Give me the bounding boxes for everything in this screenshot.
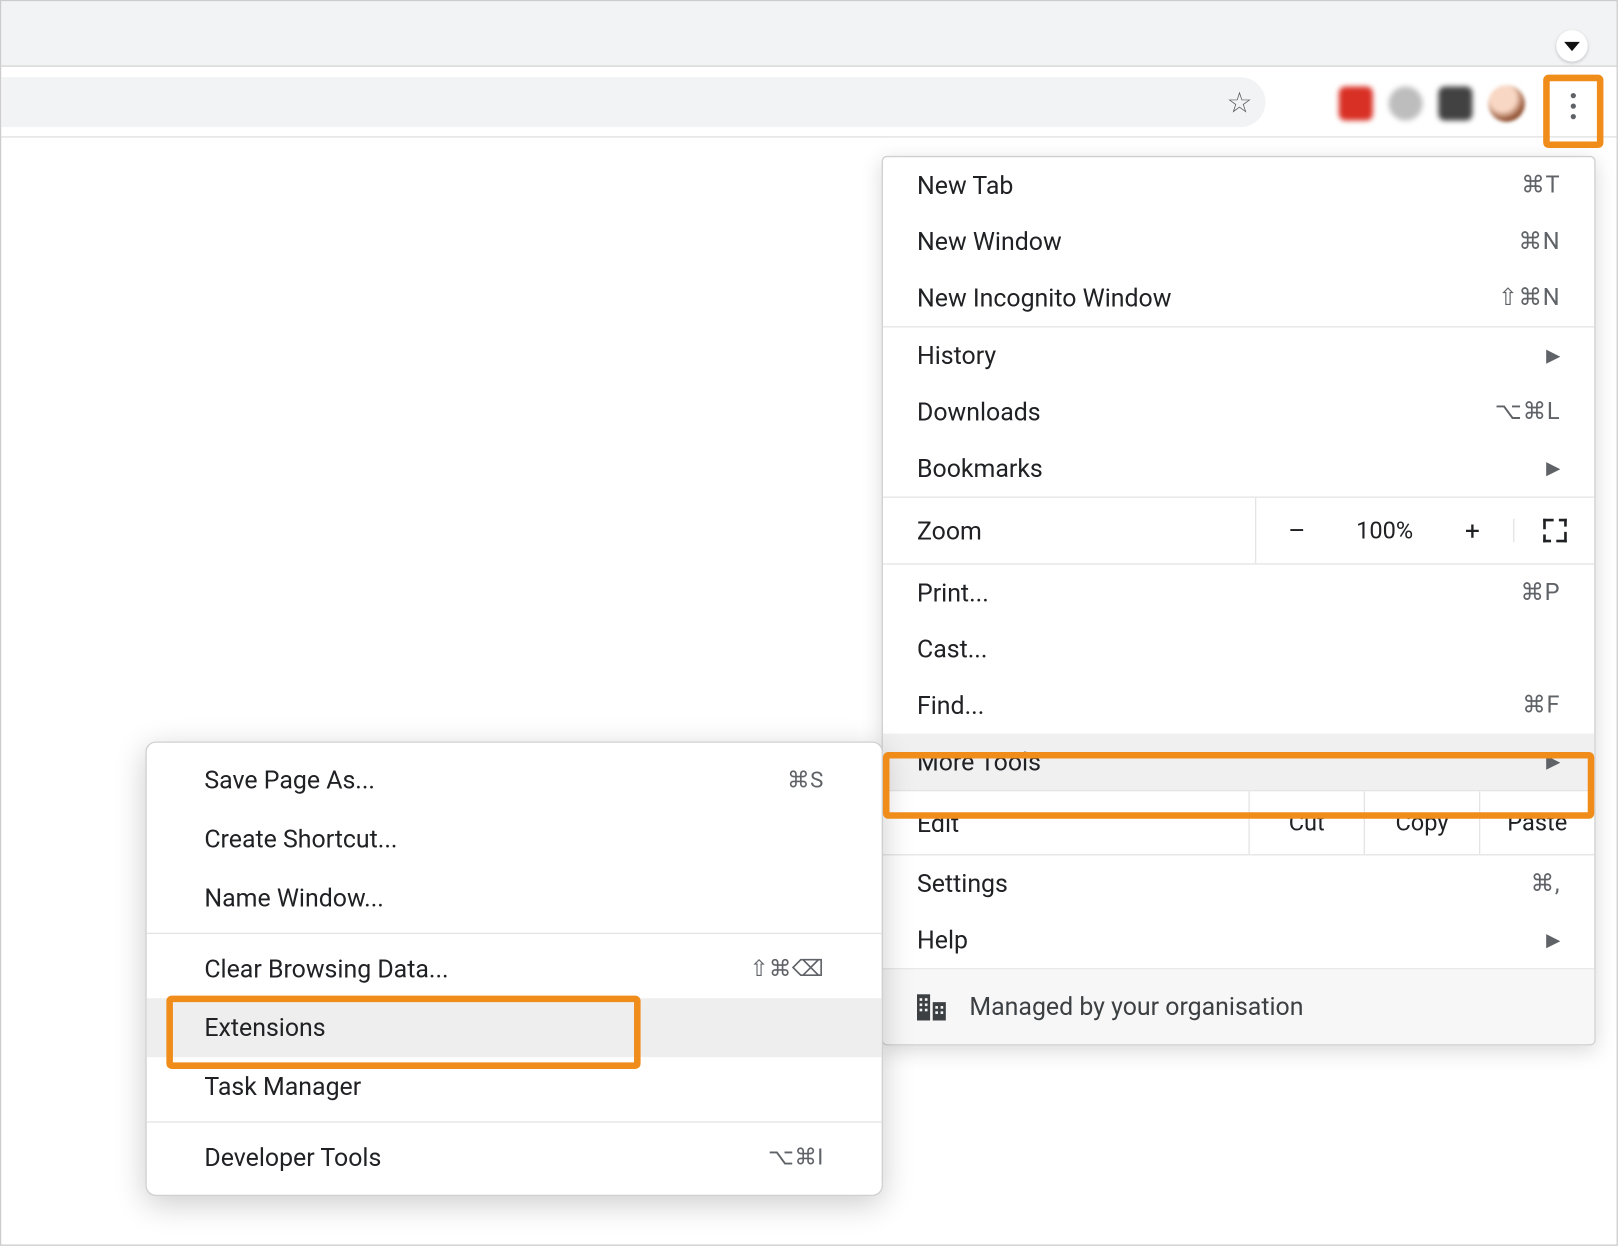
managed-by-org-row[interactable]: Managed by your organisation: [883, 968, 1594, 1044]
menu-item-print[interactable]: Print... ⌘P: [883, 565, 1594, 621]
menu-item-new-window[interactable]: New Window ⌘N: [883, 214, 1594, 270]
menu-label: Bookmarks: [917, 453, 1043, 483]
more-tools-submenu: Save Page As... ⌘S Create Shortcut... Na…: [145, 741, 883, 1196]
menu-item-find[interactable]: Find... ⌘F: [883, 677, 1594, 733]
zoom-label: Zoom: [883, 498, 1255, 564]
menu-shortcut: ⇧⌘N: [1498, 284, 1560, 312]
menu-shortcut: ⌥⌘I: [768, 1144, 824, 1170]
menu-label: Create Shortcut...: [204, 824, 397, 854]
submenu-item-create-shortcut[interactable]: Create Shortcut...: [147, 810, 882, 869]
menu-item-settings[interactable]: Settings ⌘,: [883, 855, 1594, 911]
menu-label: Task Manager: [204, 1072, 361, 1102]
caret-down-icon: [1564, 41, 1580, 50]
extension-icons-area: [1339, 85, 1525, 122]
menu-edit-row: Edit Cut Copy Paste: [883, 790, 1594, 856]
menu-shortcut: ⌘N: [1518, 228, 1560, 256]
managed-label: Managed by your organisation: [969, 992, 1303, 1022]
menu-label: Clear Browsing Data...: [204, 954, 448, 984]
more-options-button[interactable]: [1551, 80, 1596, 132]
menu-label: Print...: [917, 578, 989, 608]
menu-item-new-incognito-window[interactable]: New Incognito Window ⇧⌘N: [883, 270, 1594, 326]
menu-shortcut: ⌘T: [1521, 172, 1560, 200]
zoom-out-button[interactable]: –: [1256, 498, 1337, 564]
fullscreen-icon: [1543, 519, 1567, 543]
edit-label: Edit: [883, 791, 1248, 854]
submenu-item-save-page-as[interactable]: Save Page As... ⌘S: [147, 751, 882, 810]
menu-label: Save Page As...: [204, 765, 375, 795]
submenu-item-extensions[interactable]: Extensions: [147, 998, 882, 1057]
menu-item-new-tab[interactable]: New Tab ⌘T: [883, 157, 1594, 213]
zoom-in-button[interactable]: +: [1432, 498, 1513, 564]
menu-label: History: [917, 341, 996, 371]
profile-avatar[interactable]: [1488, 85, 1525, 122]
extension-icon[interactable]: [1438, 86, 1472, 120]
menu-label: New Incognito Window: [917, 283, 1171, 313]
menu-shortcut: ⌘,: [1531, 870, 1561, 898]
menu-label: Find...: [917, 690, 984, 720]
submenu-item-task-manager[interactable]: Task Manager: [147, 1057, 882, 1116]
menu-item-cast[interactable]: Cast...: [883, 621, 1594, 677]
menu-item-more-tools[interactable]: More Tools ▶: [883, 734, 1594, 790]
menu-label: Help: [917, 925, 968, 955]
submenu-item-clear-browsing-data[interactable]: Clear Browsing Data... ⇧⌘⌫: [147, 939, 882, 998]
submenu-item-name-window[interactable]: Name Window...: [147, 869, 882, 928]
chevron-right-icon: ▶: [1546, 751, 1560, 772]
chevron-right-icon: ▶: [1546, 345, 1560, 366]
edit-copy-button[interactable]: Copy: [1364, 791, 1479, 854]
chrome-main-menu: New Tab ⌘T New Window ⌘N New Incognito W…: [882, 156, 1596, 1045]
menu-label: Developer Tools: [204, 1142, 381, 1172]
browser-toolbar: ☆: [1, 67, 1616, 138]
menu-label: New Tab: [917, 170, 1013, 200]
menu-shortcut: ⌘P: [1520, 579, 1560, 607]
menu-shortcut: ⌘F: [1522, 692, 1560, 720]
menu-item-history[interactable]: History ▶: [883, 328, 1594, 384]
tab-bar: [1, 1, 1616, 67]
extension-icon[interactable]: [1339, 86, 1373, 120]
edit-paste-button[interactable]: Paste: [1479, 791, 1594, 854]
menu-label: Downloads: [917, 397, 1041, 427]
chevron-right-icon: ▶: [1546, 929, 1560, 950]
chevron-right-icon: ▶: [1546, 458, 1560, 479]
menu-item-bookmarks[interactable]: Bookmarks ▶: [883, 440, 1594, 496]
menu-item-downloads[interactable]: Downloads ⌥⌘L: [883, 384, 1594, 440]
menu-label: Extensions: [204, 1013, 325, 1043]
organisation-icon: [917, 994, 946, 1020]
menu-label: New Window: [917, 227, 1062, 257]
extension-icon[interactable]: [1389, 86, 1423, 120]
submenu-item-developer-tools[interactable]: Developer Tools ⌥⌘I: [147, 1128, 882, 1187]
menu-label: Name Window...: [204, 883, 384, 913]
menu-label: More Tools: [917, 747, 1041, 777]
menu-label: Cast...: [917, 634, 987, 664]
menu-shortcut: ⇧⌘⌫: [750, 956, 824, 982]
fullscreen-button[interactable]: [1513, 519, 1594, 543]
menu-shortcut: ⌥⌘L: [1495, 398, 1560, 426]
edit-cut-button[interactable]: Cut: [1248, 791, 1363, 854]
menu-zoom-row: Zoom – 100% +: [883, 496, 1594, 564]
bookmark-star-icon[interactable]: ☆: [1227, 88, 1253, 121]
menu-item-help[interactable]: Help ▶: [883, 912, 1594, 968]
zoom-percentage: 100%: [1338, 498, 1432, 564]
menu-label: Settings: [917, 869, 1008, 899]
address-bar[interactable]: [1, 77, 1265, 127]
tab-overflow-button[interactable]: [1556, 30, 1587, 61]
menu-shortcut: ⌘S: [787, 767, 824, 793]
